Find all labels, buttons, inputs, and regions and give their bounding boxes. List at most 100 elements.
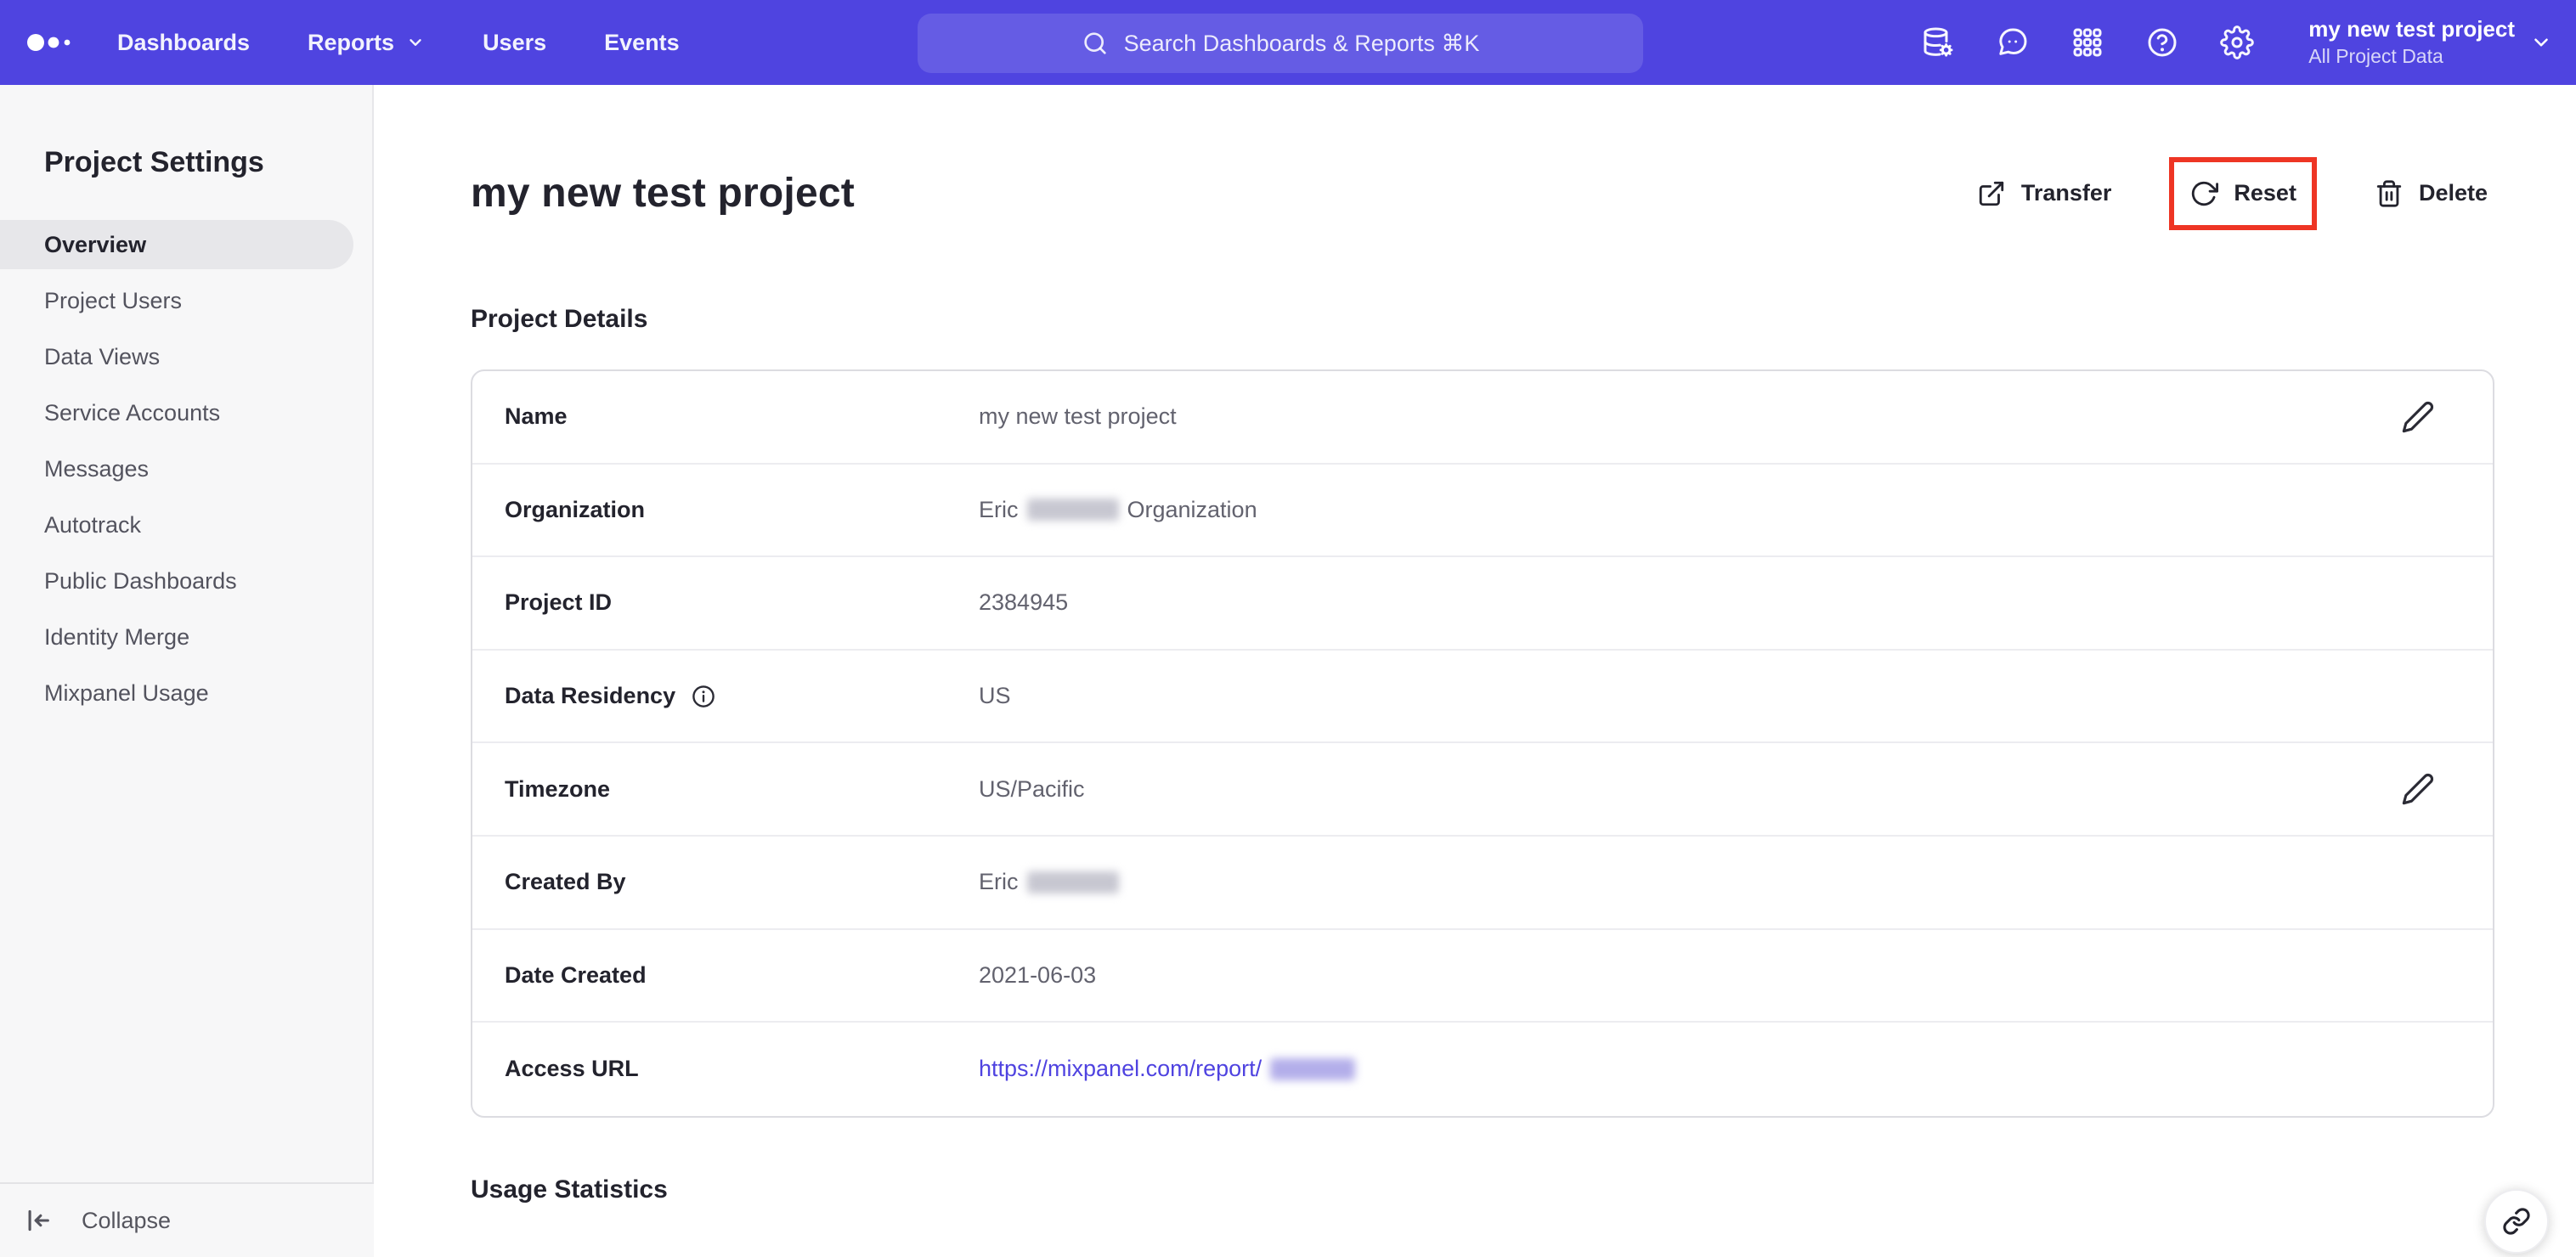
detail-label-text: Project ID [505,589,613,616]
detail-row-label: Created By [505,869,979,895]
sidebar-title: Project Settings [44,146,264,178]
collapse-icon [24,1206,53,1235]
project-switcher[interactable]: my new test project All Project Data [2308,15,2552,70]
delete-button[interactable]: Delete [2375,179,2488,208]
redacted-blur [1026,871,1119,893]
nav-item[interactable]: Events [604,30,680,56]
nav-item[interactable]: Dashboards [117,30,250,56]
collapse-sidebar-button[interactable]: Collapse [0,1182,374,1257]
nav-items: Dashboards Reports Users Events [117,30,680,56]
detail-row-label: Date Created [505,962,979,989]
help-icon[interactable] [2145,25,2179,59]
detail-row: Date Created 2021-06-03 [472,930,2493,1023]
reset-icon [2189,179,2219,208]
mixpanel-logo-icon[interactable] [25,22,76,63]
sidebar-item-label: Mixpanel Usage [44,679,209,706]
detail-label-text: Data Residency [505,683,676,709]
project-actions: Transfer Reset Delete [1977,156,2488,230]
detail-row-label: Organization [505,497,979,523]
detail-row-value: US [979,683,1011,709]
reset-label: Reset [2234,180,2296,206]
transfer-label: Transfer [2020,180,2112,206]
detail-label-text: Access URL [505,1056,639,1082]
sidebar-item[interactable]: Mixpanel Usage [0,668,372,718]
transfer-icon [1977,179,2006,208]
detail-row-value: my new test project [979,403,1177,430]
detail-row: Timezone US/Pacific [472,743,2493,837]
access-url-link[interactable]: https://mixpanel.com/report/ [979,1056,1364,1082]
sidebar-item[interactable]: Overview [0,220,353,269]
page-title: my new test project [471,171,855,216]
current-project-scope: All Project Data [2308,44,2443,67]
detail-row-value: Eric [979,869,2493,895]
top-navbar: Dashboards Reports Users Events Search D… [0,0,2576,85]
detail-label-text: Organization [505,496,646,522]
detail-label-text: Created By [505,869,626,895]
delete-icon [2375,179,2404,208]
detail-row-label: Access URL [505,1056,979,1082]
detail-row: Name my new test project [472,371,2493,465]
detail-row-value: 2021-06-03 [979,961,1097,988]
sidebar-item[interactable]: Service Accounts [0,388,372,437]
sidebar-nav: Overview Project Users Data Views Servic… [0,220,372,718]
share-link-button[interactable] [2484,1189,2549,1254]
project-details-heading: Project Details [471,305,648,333]
nav-item-label: Users [483,29,547,55]
data-management-icon[interactable] [1921,25,1955,59]
settings-sidebar: Project Settings Overview Project Users … [0,85,374,1257]
sidebar-item-label: Identity Merge [44,623,190,650]
sidebar-item-label: Messages [44,455,150,482]
detail-row-label: Data Residency [505,683,979,709]
search-icon [1082,30,1109,57]
reset-button[interactable]: Reset [2189,179,2296,208]
nav-item-label: Reports [308,29,395,55]
usage-statistics-heading: Usage Statistics [471,1175,668,1203]
nav-right: my new test project All Project Data [1921,0,2552,85]
detail-label-text: Name [505,403,568,430]
detail-label-text: Date Created [505,961,647,988]
delete-label: Delete [2418,180,2488,206]
search-input[interactable]: Search Dashboards & Reports ⌘K [918,14,1643,73]
edit-pencil-icon[interactable] [2401,772,2435,806]
detail-row-value: Eric Organization [979,496,1257,522]
sidebar-item[interactable]: Identity Merge [0,612,372,662]
detail-row-value: 2384945 [979,589,1069,616]
detail-row-label: Timezone [505,776,979,803]
detail-row: Organization Eric Organization [472,465,2493,558]
nav-item[interactable]: Users [483,30,546,56]
detail-row-value: https://mixpanel.com/report/ [979,1056,2493,1082]
project-details-card: Name my new test project Organization Er… [471,369,2494,1118]
redacted-blur [1026,499,1119,521]
messages-icon[interactable] [1996,25,2030,59]
sidebar-item-label: Data Views [44,343,161,369]
sidebar-item[interactable]: Project Users [0,276,372,325]
sidebar-item[interactable]: Data Views [0,332,372,381]
sidebar-item-label: Project Users [44,287,183,313]
edit-pencil-icon[interactable] [2401,400,2435,434]
detail-row: Project ID 2384945 [472,557,2493,651]
detail-row: Access URL https://mixpanel.com/report/ [472,1023,2493,1116]
apps-grid-icon[interactable] [2070,25,2104,59]
settings-gear-icon[interactable] [2220,25,2255,59]
search-placeholder: Search Dashboards & Reports ⌘K [1123,30,1480,56]
detail-label-text: Timezone [505,775,611,802]
redacted-blur [1270,1057,1356,1080]
nav-item-label: Dashboards [117,29,251,55]
sidebar-item-label: Autotrack [44,511,142,538]
collapse-label: Collapse [82,1207,172,1233]
chevron-down-icon [2530,31,2552,54]
sidebar-item[interactable]: Autotrack [0,500,372,550]
nav-item[interactable]: Reports [308,30,425,56]
sidebar-item-label: Public Dashboards [44,567,237,594]
sidebar-item[interactable]: Messages [0,444,372,493]
detail-row: Created By Eric [472,837,2493,930]
sidebar-item-label: Service Accounts [44,399,221,426]
detail-row: Data Residency US [472,651,2493,744]
sidebar-item[interactable]: Public Dashboards [0,556,372,606]
sidebar-item-label: Overview [44,231,147,257]
info-icon[interactable] [691,684,716,709]
main-content: my new test project Transfer Reset Delet… [374,85,2576,1257]
link-icon [2502,1207,2531,1236]
transfer-button[interactable]: Transfer [1977,179,2112,208]
detail-row-value: US/Pacific [979,775,1085,802]
